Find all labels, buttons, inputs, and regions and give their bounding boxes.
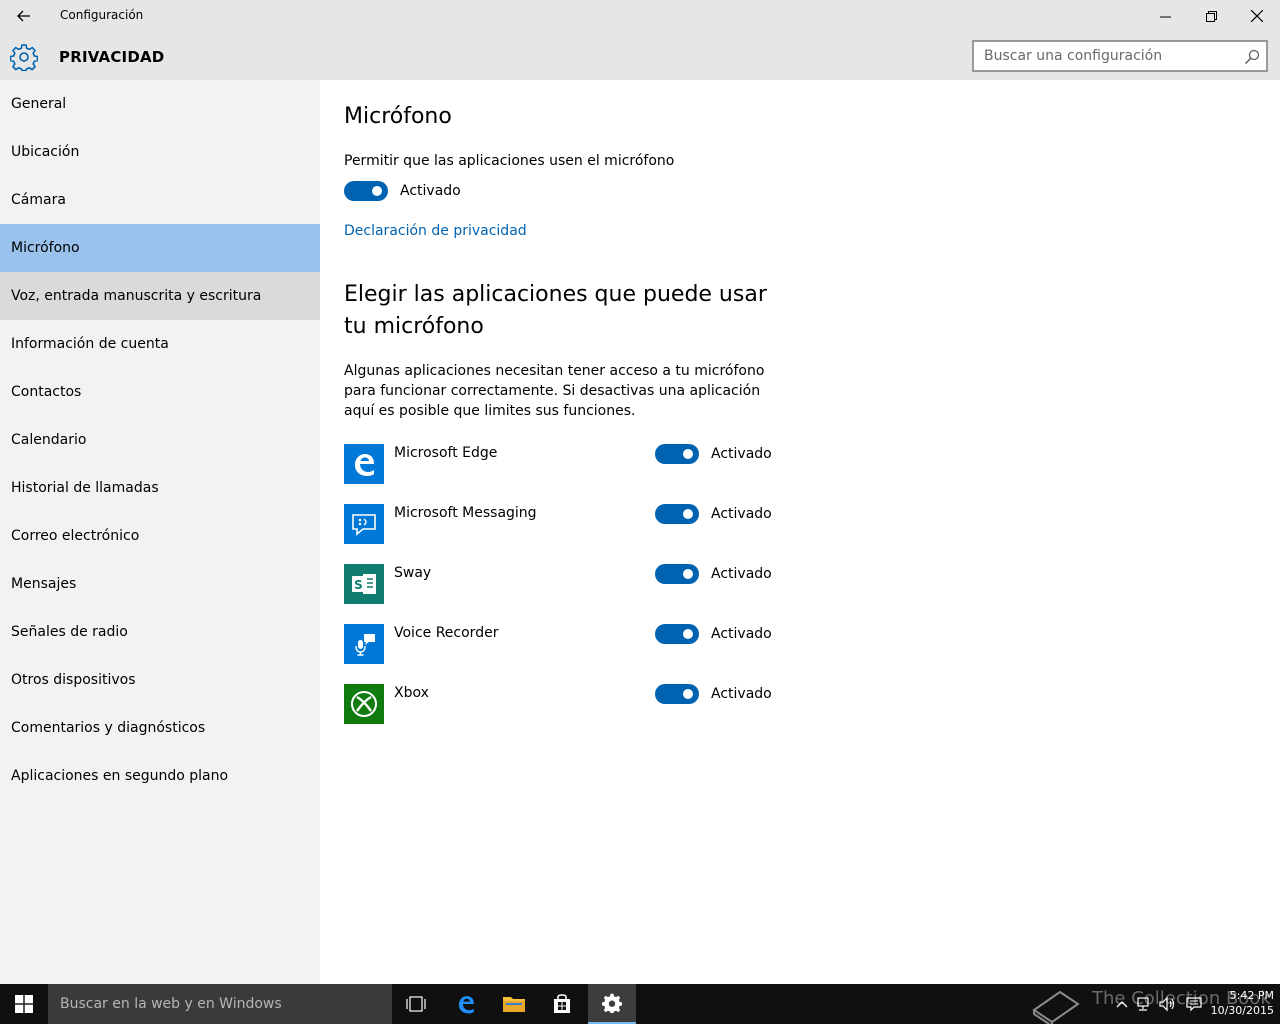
edge-icon xyxy=(344,444,384,484)
page-header: PRIVACIDAD Buscar una configuración xyxy=(0,32,1280,80)
speaker-icon xyxy=(1159,996,1175,1012)
sidebar-item-other-devices[interactable]: Otros dispositivos xyxy=(0,656,320,704)
messaging-icon xyxy=(344,504,384,544)
settings-gear-icon xyxy=(10,44,38,71)
xbox-icon xyxy=(344,684,384,724)
app-toggle-label: Activado xyxy=(711,566,772,582)
toggle-knob xyxy=(683,569,693,579)
taskbar-file-explorer-button[interactable] xyxy=(490,984,538,1024)
back-arrow-icon xyxy=(17,10,30,22)
app-name: Microsoft Messaging xyxy=(394,505,537,521)
app-toggle-label: Activado xyxy=(711,506,772,522)
search-icon[interactable] xyxy=(1244,49,1260,65)
app-toggle-microsoft-messaging[interactable] xyxy=(655,504,699,524)
toggle-knob xyxy=(683,509,693,519)
windows-logo-icon xyxy=(15,995,33,1013)
voice-recorder-icon xyxy=(344,624,384,664)
sidebar-item-account-info[interactable]: Información de cuenta xyxy=(0,320,320,368)
settings-search-input[interactable]: Buscar una configuración xyxy=(972,40,1268,72)
sidebar-item-feedback-diagnostics[interactable]: Comentarios y diagnósticos xyxy=(0,704,320,752)
restore-button[interactable] xyxy=(1188,0,1234,32)
action-center-icon xyxy=(1186,997,1202,1012)
sidebar-item-email[interactable]: Correo electrónico xyxy=(0,512,320,560)
app-row-voice-recorder: Voice Recorder Activado xyxy=(344,624,784,664)
clock-time: 5:42 PM xyxy=(1229,989,1274,1002)
apps-heading: Elegir las aplicaciones que puede usar t… xyxy=(344,282,767,339)
title-bar: Configuración xyxy=(0,0,1280,32)
tray-action-center-button[interactable] xyxy=(1184,994,1204,1014)
app-toggle-sway[interactable] xyxy=(655,564,699,584)
settings-gear-icon xyxy=(602,993,622,1013)
chevron-up-icon xyxy=(1116,1001,1128,1008)
app-name: Microsoft Edge xyxy=(394,445,498,461)
restore-icon xyxy=(1205,10,1217,22)
toggle-knob xyxy=(683,629,693,639)
sway-icon: S xyxy=(344,564,384,604)
network-icon xyxy=(1137,997,1149,1011)
search-placeholder: Buscar una configuración xyxy=(984,48,1163,64)
sidebar-item-microphone[interactable]: Micrófono xyxy=(0,224,320,272)
task-view-button[interactable] xyxy=(392,984,440,1024)
taskbar-search-box[interactable]: Buscar en la web y en Windows xyxy=(48,984,392,1024)
app-name: Sway xyxy=(394,565,432,581)
minimize-icon xyxy=(1159,16,1171,17)
apps-description: Algunas aplicaciones necesitan tener acc… xyxy=(344,363,765,419)
app-row-sway: S Sway Activado xyxy=(344,564,784,604)
folder-icon xyxy=(503,997,525,1012)
taskbar-edge-button[interactable] xyxy=(442,984,490,1024)
app-toggle-voice-recorder[interactable] xyxy=(655,624,699,644)
sidebar-item-contacts[interactable]: Contactos xyxy=(0,368,320,416)
permission-label: Permitir que las aplicaciones usen el mi… xyxy=(344,153,675,169)
close-icon xyxy=(1251,10,1263,22)
store-bag-icon xyxy=(554,994,570,1013)
tray-network-button[interactable] xyxy=(1134,994,1154,1014)
sidebar-item-call-history[interactable]: Historial de llamadas xyxy=(0,464,320,512)
sidebar-item-radios[interactable]: Señales de radio xyxy=(0,608,320,656)
taskbar-settings-button[interactable] xyxy=(588,984,636,1024)
back-button[interactable] xyxy=(8,4,40,28)
app-row-xbox: Xbox Activado xyxy=(344,684,784,724)
taskbar-store-button[interactable] xyxy=(538,984,586,1024)
sidebar-item-background-apps[interactable]: Aplicaciones en segundo plano xyxy=(0,752,320,800)
svg-text:S: S xyxy=(354,578,363,592)
sidebar-item-calendar[interactable]: Calendario xyxy=(0,416,320,464)
app-toggle-label: Activado xyxy=(711,626,772,642)
book-watermark-icon xyxy=(1032,990,1080,1024)
toggle-knob xyxy=(683,689,693,699)
section-title: PRIVACIDAD xyxy=(59,48,165,66)
microphone-master-toggle[interactable] xyxy=(344,181,388,201)
app-name: Xbox xyxy=(394,685,429,701)
sidebar-item-messaging[interactable]: Mensajes xyxy=(0,560,320,608)
privacy-sidebar: General Ubicación Cámara Micrófono Voz, … xyxy=(0,80,320,984)
toggle-knob xyxy=(372,186,382,196)
page-title: Micrófono xyxy=(344,104,452,129)
sidebar-item-general[interactable]: General xyxy=(0,80,320,128)
app-row-microsoft-messaging: Microsoft Messaging Activado xyxy=(344,504,784,544)
task-view-icon xyxy=(406,996,426,1012)
taskbar-clock[interactable]: 5:42 PM 10/30/2015 xyxy=(1206,988,1274,1018)
taskbar-search-placeholder: Buscar en la web y en Windows xyxy=(60,996,282,1012)
sidebar-item-camera[interactable]: Cámara xyxy=(0,176,320,224)
app-row-microsoft-edge: Microsoft Edge Activado xyxy=(344,444,784,484)
sidebar-item-location[interactable]: Ubicación xyxy=(0,128,320,176)
app-toggle-label: Activado xyxy=(711,686,772,702)
master-toggle-label: Activado xyxy=(400,183,461,199)
app-name: Voice Recorder xyxy=(394,625,499,641)
app-toggle-label: Activado xyxy=(711,446,772,462)
close-button[interactable] xyxy=(1234,0,1280,32)
clock-date: 10/30/2015 xyxy=(1210,1004,1274,1017)
privacy-statement-link[interactable]: Declaración de privacidad xyxy=(344,223,527,239)
taskbar: Buscar en la web y en Windows The Collec… xyxy=(0,984,1280,1024)
minimize-button[interactable] xyxy=(1142,0,1188,32)
app-toggle-microsoft-edge[interactable] xyxy=(655,444,699,464)
app-toggle-xbox[interactable] xyxy=(655,684,699,704)
toggle-knob xyxy=(683,449,693,459)
tray-volume-button[interactable] xyxy=(1158,994,1178,1014)
edge-icon xyxy=(458,996,474,1014)
window-title: Configuración xyxy=(60,8,144,22)
start-button[interactable] xyxy=(0,984,48,1024)
tray-show-hidden-button[interactable] xyxy=(1112,994,1132,1014)
sidebar-item-speech-inking-typing[interactable]: Voz, entrada manuscrita y escritura xyxy=(0,272,320,320)
